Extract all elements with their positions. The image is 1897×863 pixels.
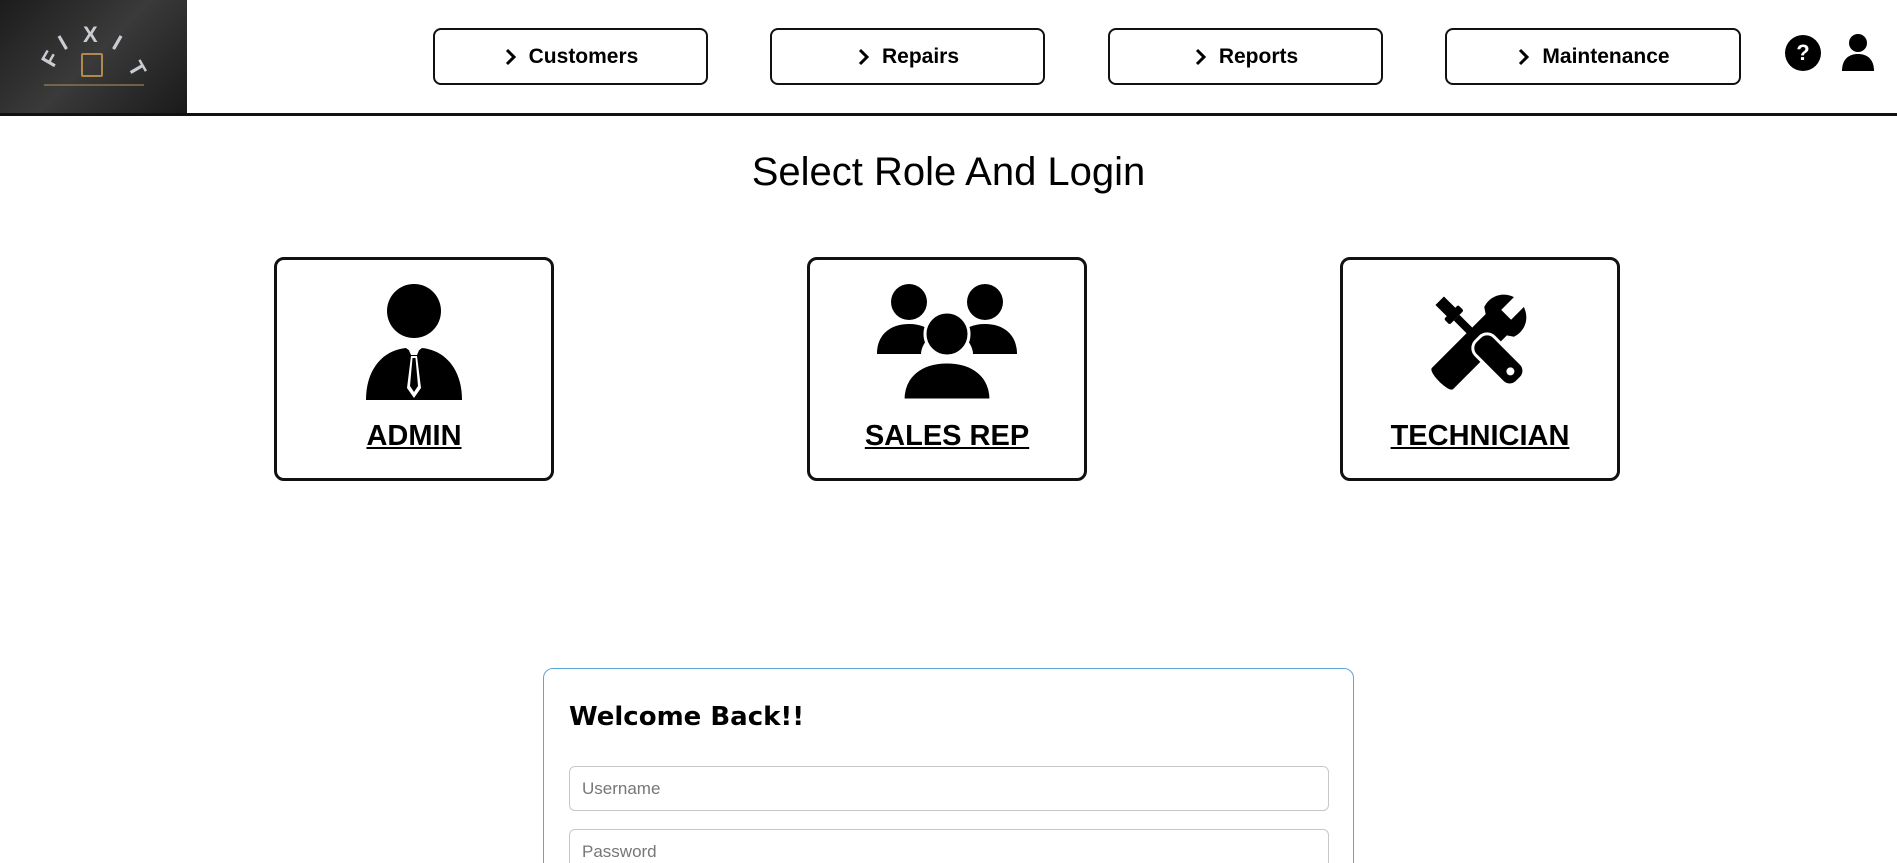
nav-reports-button[interactable]: Reports (1108, 28, 1383, 85)
nav-repairs-label: Repairs (881, 44, 960, 68)
login-title: Welcome Back!! (569, 702, 805, 732)
chevron-right-icon (505, 48, 516, 65)
role-label-sales-rep: SALES REP (864, 420, 1030, 452)
nav-reports-label: Reports (1218, 44, 1299, 68)
chevron-right-icon (858, 48, 870, 65)
nav-maintenance-button[interactable]: Maintenance (1445, 28, 1741, 85)
password-input[interactable] (569, 829, 1329, 863)
tools-icon (1431, 294, 1527, 390)
nav-customers-label: Customers (528, 44, 639, 68)
help-icon[interactable]: ? (1785, 35, 1821, 71)
chevron-right-icon (1519, 48, 1530, 65)
group-icon (877, 284, 1017, 400)
username-input[interactable] (569, 766, 1329, 811)
chevron-right-icon (1195, 48, 1206, 65)
logo-letter-f: F (36, 46, 65, 71)
role-label-admin: ADMIN (366, 420, 462, 452)
logo-emblem (81, 53, 103, 77)
logo-letter-i: I (53, 30, 72, 55)
role-card-sales-rep[interactable]: SALES REP (807, 257, 1087, 481)
nav-customers-button[interactable]: Customers (433, 28, 708, 85)
role-card-technician[interactable]: TECHNICIAN (1340, 257, 1620, 481)
admin-icon (366, 284, 462, 400)
role-label-technician: TECHNICIAN (1390, 420, 1570, 452)
logo-letter-x: X (83, 22, 98, 47)
logo-tagline (44, 84, 144, 86)
logo-letter-i2: I (108, 30, 127, 55)
user-icon[interactable] (1840, 33, 1876, 71)
logo-letter-t: T (122, 56, 152, 81)
nav-maintenance-label: Maintenance (1542, 44, 1670, 68)
login-card: Welcome Back!! (543, 668, 1354, 863)
role-card-admin[interactable]: ADMIN (274, 257, 554, 481)
fixit-logo[interactable]: F I X I T (0, 0, 187, 113)
top-navbar: F I X I T Customers Repairs Reports Main… (0, 0, 1897, 116)
page-title: Select Role And Login (751, 150, 1146, 194)
nav-repairs-button[interactable]: Repairs (770, 28, 1045, 85)
